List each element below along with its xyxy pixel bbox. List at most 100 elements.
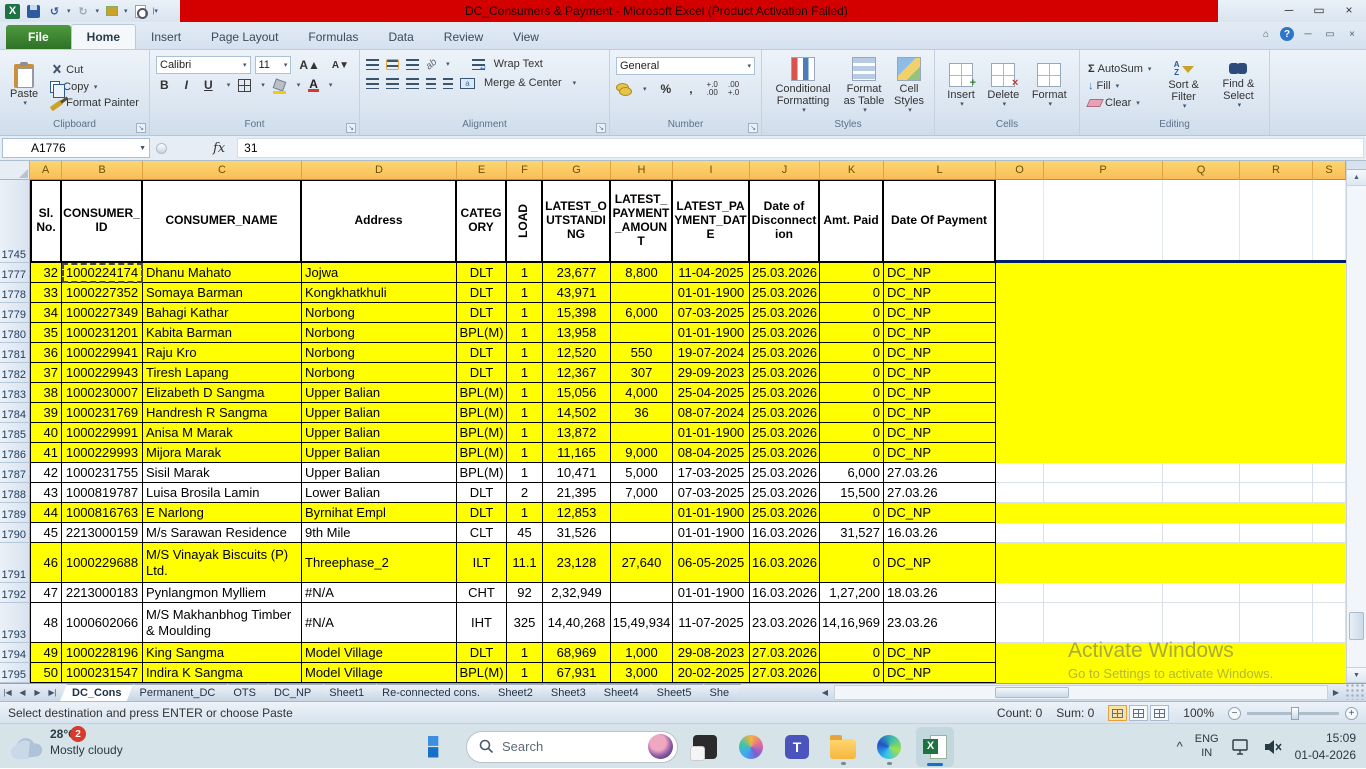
cell[interactable]: 20-02-2025 (673, 663, 750, 683)
cell[interactable]: DC_NP (884, 303, 996, 323)
empty-cell[interactable] (1240, 180, 1313, 260)
workbook-close-icon[interactable]: × (1344, 26, 1360, 42)
cell[interactable]: 1 (507, 303, 543, 323)
cell[interactable]: ILT (457, 543, 507, 583)
empty-cell[interactable] (996, 663, 1044, 683)
column-header-S[interactable]: S (1313, 161, 1346, 180)
empty-cell[interactable] (1313, 180, 1346, 260)
cell[interactable]: 31,527 (820, 523, 884, 543)
help-icon[interactable]: ? (1280, 27, 1294, 41)
empty-cell[interactable] (1240, 363, 1313, 383)
cell[interactable]: 43 (30, 483, 62, 503)
cell[interactable]: 25.03.2026 (750, 443, 820, 463)
align-right-icon[interactable] (406, 78, 419, 89)
cell[interactable]: 06-05-2025 (673, 543, 750, 583)
number-format-select[interactable]: General▾ (616, 57, 755, 75)
cell[interactable]: 0 (820, 323, 884, 343)
empty-cell[interactable] (996, 503, 1044, 523)
empty-cell[interactable] (996, 343, 1044, 363)
column-header-Q[interactable]: Q (1163, 161, 1240, 180)
empty-cell[interactable] (1044, 543, 1163, 583)
name-box-dropdown-icon[interactable]: ▼ (139, 145, 146, 152)
fx-icon[interactable]: fx (213, 141, 225, 156)
cell[interactable]: 32 (30, 263, 62, 283)
cell[interactable] (611, 423, 673, 443)
font-dialog-launcher[interactable]: ↘ (346, 123, 356, 133)
ribbon-tab-file[interactable]: File (6, 25, 71, 49)
cell[interactable]: 25.03.2026 (750, 423, 820, 443)
cut-button[interactable]: Cut (48, 63, 141, 78)
zoom-in-icon[interactable]: + (1345, 707, 1358, 720)
weather-widget[interactable]: 2 28°CMostly cloudy (10, 726, 123, 761)
empty-cell[interactable] (1240, 603, 1313, 643)
cell[interactable]: 0 (820, 503, 884, 523)
cell[interactable]: 1 (507, 443, 543, 463)
page-break-view-button[interactable] (1150, 705, 1169, 721)
cell[interactable]: DC_NP (884, 543, 996, 583)
cell[interactable]: 1000819787 (62, 483, 143, 503)
empty-cell[interactable] (1313, 663, 1346, 683)
ribbon-tab-view[interactable]: View (498, 25, 554, 49)
cell[interactable]: 19-07-2024 (673, 343, 750, 363)
cell[interactable]: 1,000 (611, 643, 673, 663)
empty-cell[interactable] (1044, 643, 1163, 663)
alignment-dialog-launcher[interactable]: ↘ (596, 123, 606, 133)
cell[interactable]: 29-09-2023 (673, 363, 750, 383)
empty-cell[interactable] (996, 463, 1044, 483)
cell[interactable]: 25.03.2026 (750, 403, 820, 423)
empty-cell[interactable] (1313, 423, 1346, 443)
empty-cell[interactable] (996, 403, 1044, 423)
cell[interactable]: 1000231755 (62, 463, 143, 483)
column-header-L[interactable]: L (884, 161, 996, 180)
ribbon-tab-data[interactable]: Data (373, 25, 428, 49)
cell[interactable]: M/S Makhanbhog Timber & Moulding (143, 603, 302, 643)
empty-cell[interactable] (1163, 263, 1240, 283)
cell[interactable]: 07-03-2025 (673, 303, 750, 323)
cell[interactable]: 0 (820, 283, 884, 303)
table-header-cell[interactable]: CONSUMER_NAME (143, 180, 302, 263)
cell[interactable]: 1 (507, 643, 543, 663)
empty-cell[interactable] (1313, 383, 1346, 403)
sheet-tab-re-connected-cons-[interactable]: Re-connected cons. (370, 684, 492, 701)
empty-cell[interactable] (1163, 643, 1240, 663)
save-icon[interactable] (25, 3, 42, 19)
vertical-scrollbar[interactable]: ▲ ▼ (1346, 161, 1366, 683)
sheet-tab-ots[interactable]: OTS (221, 684, 268, 701)
redo-icon[interactable]: ↻ (75, 3, 92, 19)
cell[interactable]: DLT (457, 503, 507, 523)
empty-cell[interactable] (1313, 523, 1346, 543)
table-header-cell[interactable]: LATEST_PAYMENT_AMOUNT (611, 180, 673, 263)
cell[interactable]: 44 (30, 503, 62, 523)
cell[interactable]: IHT (457, 603, 507, 643)
empty-cell[interactable] (1163, 503, 1240, 523)
cell[interactable]: 1000228196 (62, 643, 143, 663)
cell[interactable]: DLT (457, 263, 507, 283)
sheet-tab-dc-cons[interactable]: DC_Cons (60, 684, 134, 701)
workbook-minimize-icon[interactable]: ─ (1300, 26, 1316, 42)
search-box[interactable]: Search (466, 731, 678, 763)
clear-button[interactable]: Clear▾ (1086, 96, 1153, 110)
cell[interactable]: 25.03.2026 (750, 363, 820, 383)
clipboard-dialog-launcher[interactable]: ↘ (136, 123, 146, 133)
cell[interactable]: 1000229688 (62, 543, 143, 583)
empty-cell[interactable] (1313, 443, 1346, 463)
cell[interactable]: 11-07-2025 (673, 603, 750, 643)
align-middle-icon[interactable] (386, 59, 399, 70)
network-icon[interactable] (1231, 738, 1251, 756)
cell[interactable]: 12,520 (543, 343, 611, 363)
cell[interactable]: DC_NP (884, 403, 996, 423)
cell[interactable]: 8,800 (611, 263, 673, 283)
cell[interactable]: 15,056 (543, 383, 611, 403)
autosum-button[interactable]: ΣAutoSum▾ (1086, 62, 1153, 76)
row-header-1786[interactable]: 1786 (0, 443, 30, 463)
empty-cell[interactable] (1313, 403, 1346, 423)
column-header-P[interactable]: P (1044, 161, 1163, 180)
empty-cell[interactable] (1163, 483, 1240, 503)
cell[interactable]: Bahagi Kathar (143, 303, 302, 323)
cell[interactable]: 3,000 (611, 663, 673, 683)
cell[interactable]: 25.03.2026 (750, 503, 820, 523)
hscroll-right-icon[interactable]: ▶ (1329, 684, 1343, 700)
cell[interactable]: Pynlangmon Mylliem (143, 583, 302, 603)
empty-cell[interactable] (1163, 423, 1240, 443)
cell[interactable]: 01-01-1900 (673, 503, 750, 523)
